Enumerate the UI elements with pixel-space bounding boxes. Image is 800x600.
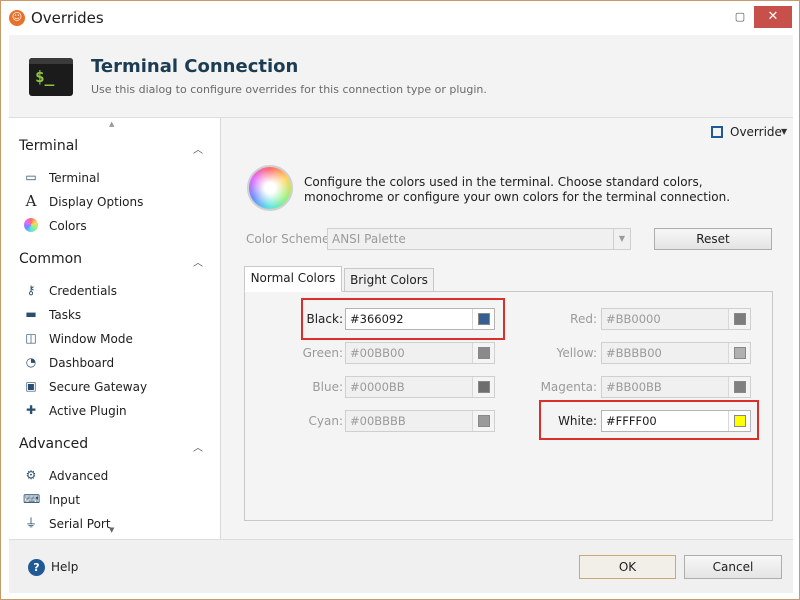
color-row-cyan: Cyan: #00BBBB — [245, 410, 495, 432]
sidebar-item-dashboard[interactable]: ◔ Dashboard — [23, 353, 213, 373]
close-icon[interactable]: ✕ — [754, 6, 792, 28]
blue-color-field[interactable]: #0000BB — [345, 376, 495, 398]
color-picker-button[interactable] — [728, 343, 750, 363]
overrides-dialog: ☺ Overrides ▢ ✕ $_ Terminal Connection U… — [0, 0, 800, 600]
color-swatch — [734, 313, 746, 325]
color-row-magenta: Magenta: #BB00BB — [501, 376, 751, 398]
help-icon[interactable]: ? — [28, 559, 45, 576]
highlight-box-black — [301, 298, 505, 340]
sidebar-item-credentials[interactable]: ⚷ Credentials — [23, 281, 213, 301]
maximize-icon[interactable]: ▢ — [733, 10, 747, 24]
color-picker-button[interactable] — [472, 343, 494, 363]
terminal-icon: $_ — [29, 58, 73, 96]
dropdown-caret-icon: ▼ — [781, 127, 788, 136]
key-icon: ⚷ — [26, 283, 36, 297]
dialog-footer: ? Help OK Cancel — [9, 539, 793, 593]
ok-button[interactable]: OK — [579, 555, 676, 579]
color-swatch — [734, 381, 746, 393]
normal-colors-panel: Black: #366092 Green: #00BB00 Blue: #000… — [244, 291, 773, 521]
override-icon — [711, 126, 723, 138]
scroll-down-icon[interactable]: ▼ — [109, 526, 114, 534]
sidebar-item-active-plugin[interactable]: ✚ Active Plugin — [23, 401, 213, 421]
sidebar[interactable]: ▲ Terminal ︿ ▭ Terminal A Display Option… — [9, 117, 221, 539]
green-color-field[interactable]: #00BB00 — [345, 342, 495, 364]
color-scheme-label: Color Scheme: — [246, 232, 334, 246]
title-bar: ☺ Overrides ▢ ✕ — [1, 1, 799, 35]
page-title: Terminal Connection — [91, 56, 299, 77]
color-picker-button[interactable] — [472, 377, 494, 397]
sidebar-item-colors[interactable]: Colors — [23, 216, 213, 236]
highlight-box-white — [539, 400, 759, 440]
help-link[interactable]: Help — [51, 560, 78, 574]
app-icon: ☺ — [9, 10, 25, 26]
font-icon: A — [25, 192, 37, 210]
color-swatch — [478, 415, 490, 427]
color-picker-button[interactable] — [728, 309, 750, 329]
magenta-color-field[interactable]: #BB00BB — [601, 376, 751, 398]
palette-icon — [24, 218, 38, 232]
color-row-yellow: Yellow: #BBBB00 — [501, 342, 751, 364]
red-color-field[interactable]: #BB0000 — [601, 308, 751, 330]
dialog-header: $_ Terminal Connection Use this dialog t… — [9, 35, 793, 117]
colors-panel: Override ▼ Configure the colors used in … — [221, 117, 793, 539]
color-picker-button[interactable] — [472, 411, 494, 431]
page-subtitle: Use this dialog to configure overrides f… — [91, 83, 487, 96]
color-row-red: Red: #BB0000 — [501, 308, 751, 330]
sidebar-item-secure-gateway[interactable]: ▣ Secure Gateway — [23, 377, 213, 397]
color-wheel-icon — [247, 165, 293, 211]
sidebar-item-serial-port[interactable]: ⏚ Serial Port — [23, 514, 213, 534]
section-title-terminal[interactable]: Terminal — [19, 138, 78, 154]
color-scheme-select[interactable]: ANSI Palette ▼ — [327, 228, 631, 250]
color-swatch — [478, 347, 490, 359]
color-swatch — [478, 381, 490, 393]
collapse-chevron-icon[interactable]: ︿ — [193, 254, 203, 269]
colors-description: Configure the colors used in the termina… — [304, 175, 731, 204]
advanced-icon: ⚙ — [25, 468, 37, 482]
color-row-green: Green: #00BB00 — [245, 342, 495, 364]
scroll-up-icon[interactable]: ▲ — [109, 120, 114, 128]
collapse-chevron-icon[interactable]: ︿ — [193, 439, 203, 454]
dashboard-icon: ◔ — [25, 355, 37, 369]
color-swatch — [734, 347, 746, 359]
cyan-color-field[interactable]: #00BBBB — [345, 410, 495, 432]
window-mode-icon: ◫ — [25, 331, 37, 345]
yellow-color-field[interactable]: #BBBB00 — [601, 342, 751, 364]
section-title-common[interactable]: Common — [19, 251, 82, 267]
input-icon: ⌨ — [23, 492, 41, 506]
reset-button[interactable]: Reset — [654, 228, 772, 250]
cancel-button[interactable]: Cancel — [684, 555, 782, 579]
plugin-icon: ✚ — [25, 403, 37, 417]
sidebar-item-input[interactable]: ⌨ Input — [23, 490, 213, 510]
sidebar-item-display-options[interactable]: A Display Options — [23, 192, 213, 212]
tab-bright-colors[interactable]: Bright Colors — [344, 268, 434, 292]
tab-normal-colors[interactable]: Normal Colors — [244, 266, 342, 292]
sidebar-item-window-mode[interactable]: ◫ Window Mode — [23, 329, 213, 349]
sidebar-item-tasks[interactable]: ▬ Tasks — [23, 305, 213, 325]
gateway-icon: ▣ — [25, 379, 37, 393]
override-button[interactable]: Override ▼ — [711, 123, 791, 143]
sidebar-item-advanced[interactable]: ⚙ Advanced — [23, 466, 213, 486]
color-picker-button[interactable] — [728, 377, 750, 397]
collapse-chevron-icon[interactable]: ︿ — [193, 141, 203, 156]
serial-port-icon: ⏚ — [24, 516, 37, 530]
window-title: Overrides — [31, 9, 104, 27]
chevron-down-icon: ▼ — [613, 229, 630, 249]
color-row-blue: Blue: #0000BB — [245, 376, 495, 398]
section-title-advanced[interactable]: Advanced — [19, 436, 88, 452]
tasks-icon: ▬ — [25, 307, 37, 321]
terminal-icon: ▭ — [25, 170, 37, 184]
sidebar-item-terminal[interactable]: ▭ Terminal — [23, 168, 213, 188]
